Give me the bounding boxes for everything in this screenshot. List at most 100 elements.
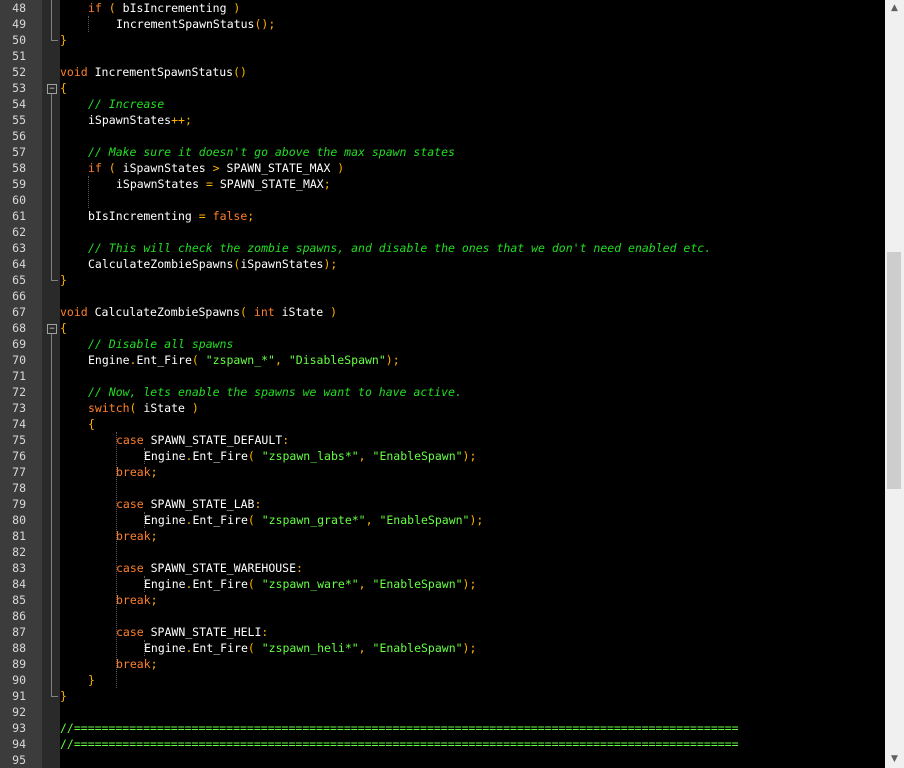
- code-line[interactable]: if ( iSpawnStates > SPAWN_STATE_MAX ): [88, 160, 344, 176]
- line-number-gutter: 48 49 50 51 52 53 54 55 56 57 58 59 60 61 62 63 64 65 66 67…: [0, 0, 42, 768]
- code-token: break: [116, 465, 151, 479]
- code-token: Ent_Fire: [192, 513, 248, 527]
- code-token: ): [337, 161, 345, 175]
- code-token: IncrementSpawnStatus: [116, 17, 255, 31]
- code-line[interactable]: Engine.Ent_Fire( "zspawn_*", "DisableSpa…: [88, 352, 400, 368]
- code-token: //======================================…: [60, 737, 739, 751]
- code-line[interactable]: // Now, lets enable the spawns we want t…: [88, 384, 462, 400]
- code-line[interactable]: {: [60, 320, 67, 336]
- code-token: void: [60, 65, 88, 79]
- line-number: 78: [12, 481, 26, 495]
- code-token: (): [233, 65, 247, 79]
- line-number: 91: [12, 689, 26, 703]
- code-line[interactable]: case SPAWN_STATE_DEFAULT:: [116, 432, 289, 448]
- code-line[interactable]: // Make sure it doesn't go above the max…: [88, 144, 455, 160]
- code-line[interactable]: }: [60, 272, 67, 288]
- line-number: 77: [12, 465, 26, 479]
- vertical-scrollbar[interactable]: ▲ ▼: [885, 0, 904, 768]
- code-line[interactable]: }: [60, 688, 67, 704]
- line-number: 67: [12, 305, 26, 319]
- indent-guide: [88, 176, 89, 208]
- code-line[interactable]: // This will check the zombie spawns, an…: [88, 240, 711, 256]
- code-line[interactable]: // Disable all spawns: [88, 336, 233, 352]
- code-line[interactable]: break;: [116, 528, 158, 544]
- code-token: (: [240, 305, 254, 319]
- code-token: :: [261, 625, 269, 639]
- code-line[interactable]: Engine.Ent_Fire( "zspawn_ware*", "Enable…: [144, 576, 476, 592]
- code-line[interactable]: void IncrementSpawnStatus(): [60, 64, 247, 80]
- code-token: iState: [143, 401, 192, 415]
- code-line[interactable]: Engine.Ent_Fire( "zspawn_grate*", "Enabl…: [144, 512, 483, 528]
- code-token: {: [60, 81, 67, 95]
- code-token: );: [462, 449, 477, 463]
- code-line[interactable]: Engine.Ent_Fire( "zspawn_labs*", "Enable…: [144, 448, 476, 464]
- code-token: // Now, lets enable the spawns we want t…: [88, 385, 462, 399]
- code-token: // This will check the zombie spawns, an…: [88, 241, 712, 255]
- line-number: 74: [12, 417, 26, 431]
- code-token: CalculateZombieSpawns: [88, 257, 234, 271]
- code-token: );: [469, 513, 484, 527]
- code-line[interactable]: bIsIncrementing = false;: [88, 208, 254, 224]
- code-token: "DisableSpawn": [288, 353, 386, 367]
- fold-end-marker: [51, 272, 58, 281]
- code-token: {: [60, 321, 67, 335]
- code-token: Engine: [144, 513, 186, 527]
- code-token: ;: [323, 177, 331, 191]
- scroll-up-icon[interactable]: ▲: [885, 0, 904, 17]
- code-line[interactable]: break;: [116, 656, 158, 672]
- line-number: 73: [12, 401, 26, 415]
- code-token: Ent_Fire: [192, 449, 248, 463]
- fold-end-marker: [51, 688, 58, 697]
- line-number: 90: [12, 673, 26, 687]
- code-line[interactable]: Engine.Ent_Fire( "zspawn_heli*", "Enable…: [144, 640, 476, 656]
- code-line[interactable]: break;: [116, 464, 158, 480]
- code-token: break: [116, 657, 151, 671]
- line-number: 86: [12, 609, 26, 623]
- code-token: ): [330, 305, 337, 319]
- code-token: );: [323, 257, 338, 271]
- line-number: 66: [12, 289, 26, 303]
- scroll-down-icon[interactable]: ▼: [885, 751, 904, 768]
- line-number: 81: [12, 529, 26, 543]
- line-number: 63: [12, 241, 26, 255]
- code-token: break: [116, 593, 151, 607]
- collapse-icon[interactable]: −: [47, 324, 57, 334]
- code-token: SPAWN_STATE_HELI: [143, 625, 262, 639]
- code-line[interactable]: }: [88, 672, 95, 688]
- code-line[interactable]: case SPAWN_STATE_WAREHOUSE:: [116, 560, 303, 576]
- code-token: ;: [247, 209, 255, 223]
- code-line[interactable]: //======================================…: [60, 720, 739, 736]
- code-line[interactable]: void CalculateZombieSpawns( int iState ): [60, 304, 337, 320]
- code-line[interactable]: iSpawnStates = SPAWN_STATE_MAX;: [116, 176, 331, 192]
- code-token: ,: [365, 513, 380, 527]
- code-line[interactable]: // Increase: [88, 96, 164, 112]
- code-editor[interactable]: 48 49 50 51 52 53 54 55 56 57 58 59 60 61 62 63 64 65 66 67…: [0, 0, 904, 768]
- code-token: // Disable all spawns: [88, 337, 234, 351]
- code-line[interactable]: //======================================…: [60, 736, 739, 752]
- code-token: =: [198, 209, 206, 223]
- code-text-area[interactable]: if ( bIsIncrementing ) IncrementSpawnStat…: [60, 0, 885, 768]
- line-number: 76: [12, 449, 26, 463]
- code-token: Ent_Fire: [136, 353, 192, 367]
- code-token: "EnableSpawn": [372, 641, 463, 655]
- code-token: // Make sure it doesn't go above the max…: [88, 145, 455, 159]
- code-token: Engine: [144, 641, 186, 655]
- code-line[interactable]: iSpawnStates++;: [88, 112, 192, 128]
- line-number: 59: [12, 177, 26, 191]
- code-line[interactable]: case SPAWN_STATE_HELI:: [116, 624, 268, 640]
- scrollbar-thumb[interactable]: [887, 252, 901, 489]
- line-number: 71: [12, 369, 26, 383]
- code-line[interactable]: switch( iState ): [88, 400, 199, 416]
- code-line[interactable]: break;: [116, 592, 158, 608]
- collapse-icon[interactable]: −: [47, 84, 57, 94]
- code-token: ,: [358, 449, 373, 463]
- code-line[interactable]: }: [60, 32, 67, 48]
- code-line[interactable]: {: [88, 416, 95, 432]
- code-token: );: [385, 353, 400, 367]
- code-line[interactable]: {: [60, 80, 67, 96]
- code-line[interactable]: CalculateZombieSpawns(iSpawnStates);: [88, 256, 337, 272]
- code-line[interactable]: IncrementSpawnStatus();: [116, 16, 275, 32]
- fold-margin[interactable]: − −: [42, 0, 60, 768]
- code-line[interactable]: case SPAWN_STATE_LAB:: [116, 496, 261, 512]
- code-line[interactable]: if ( bIsIncrementing ): [88, 0, 240, 16]
